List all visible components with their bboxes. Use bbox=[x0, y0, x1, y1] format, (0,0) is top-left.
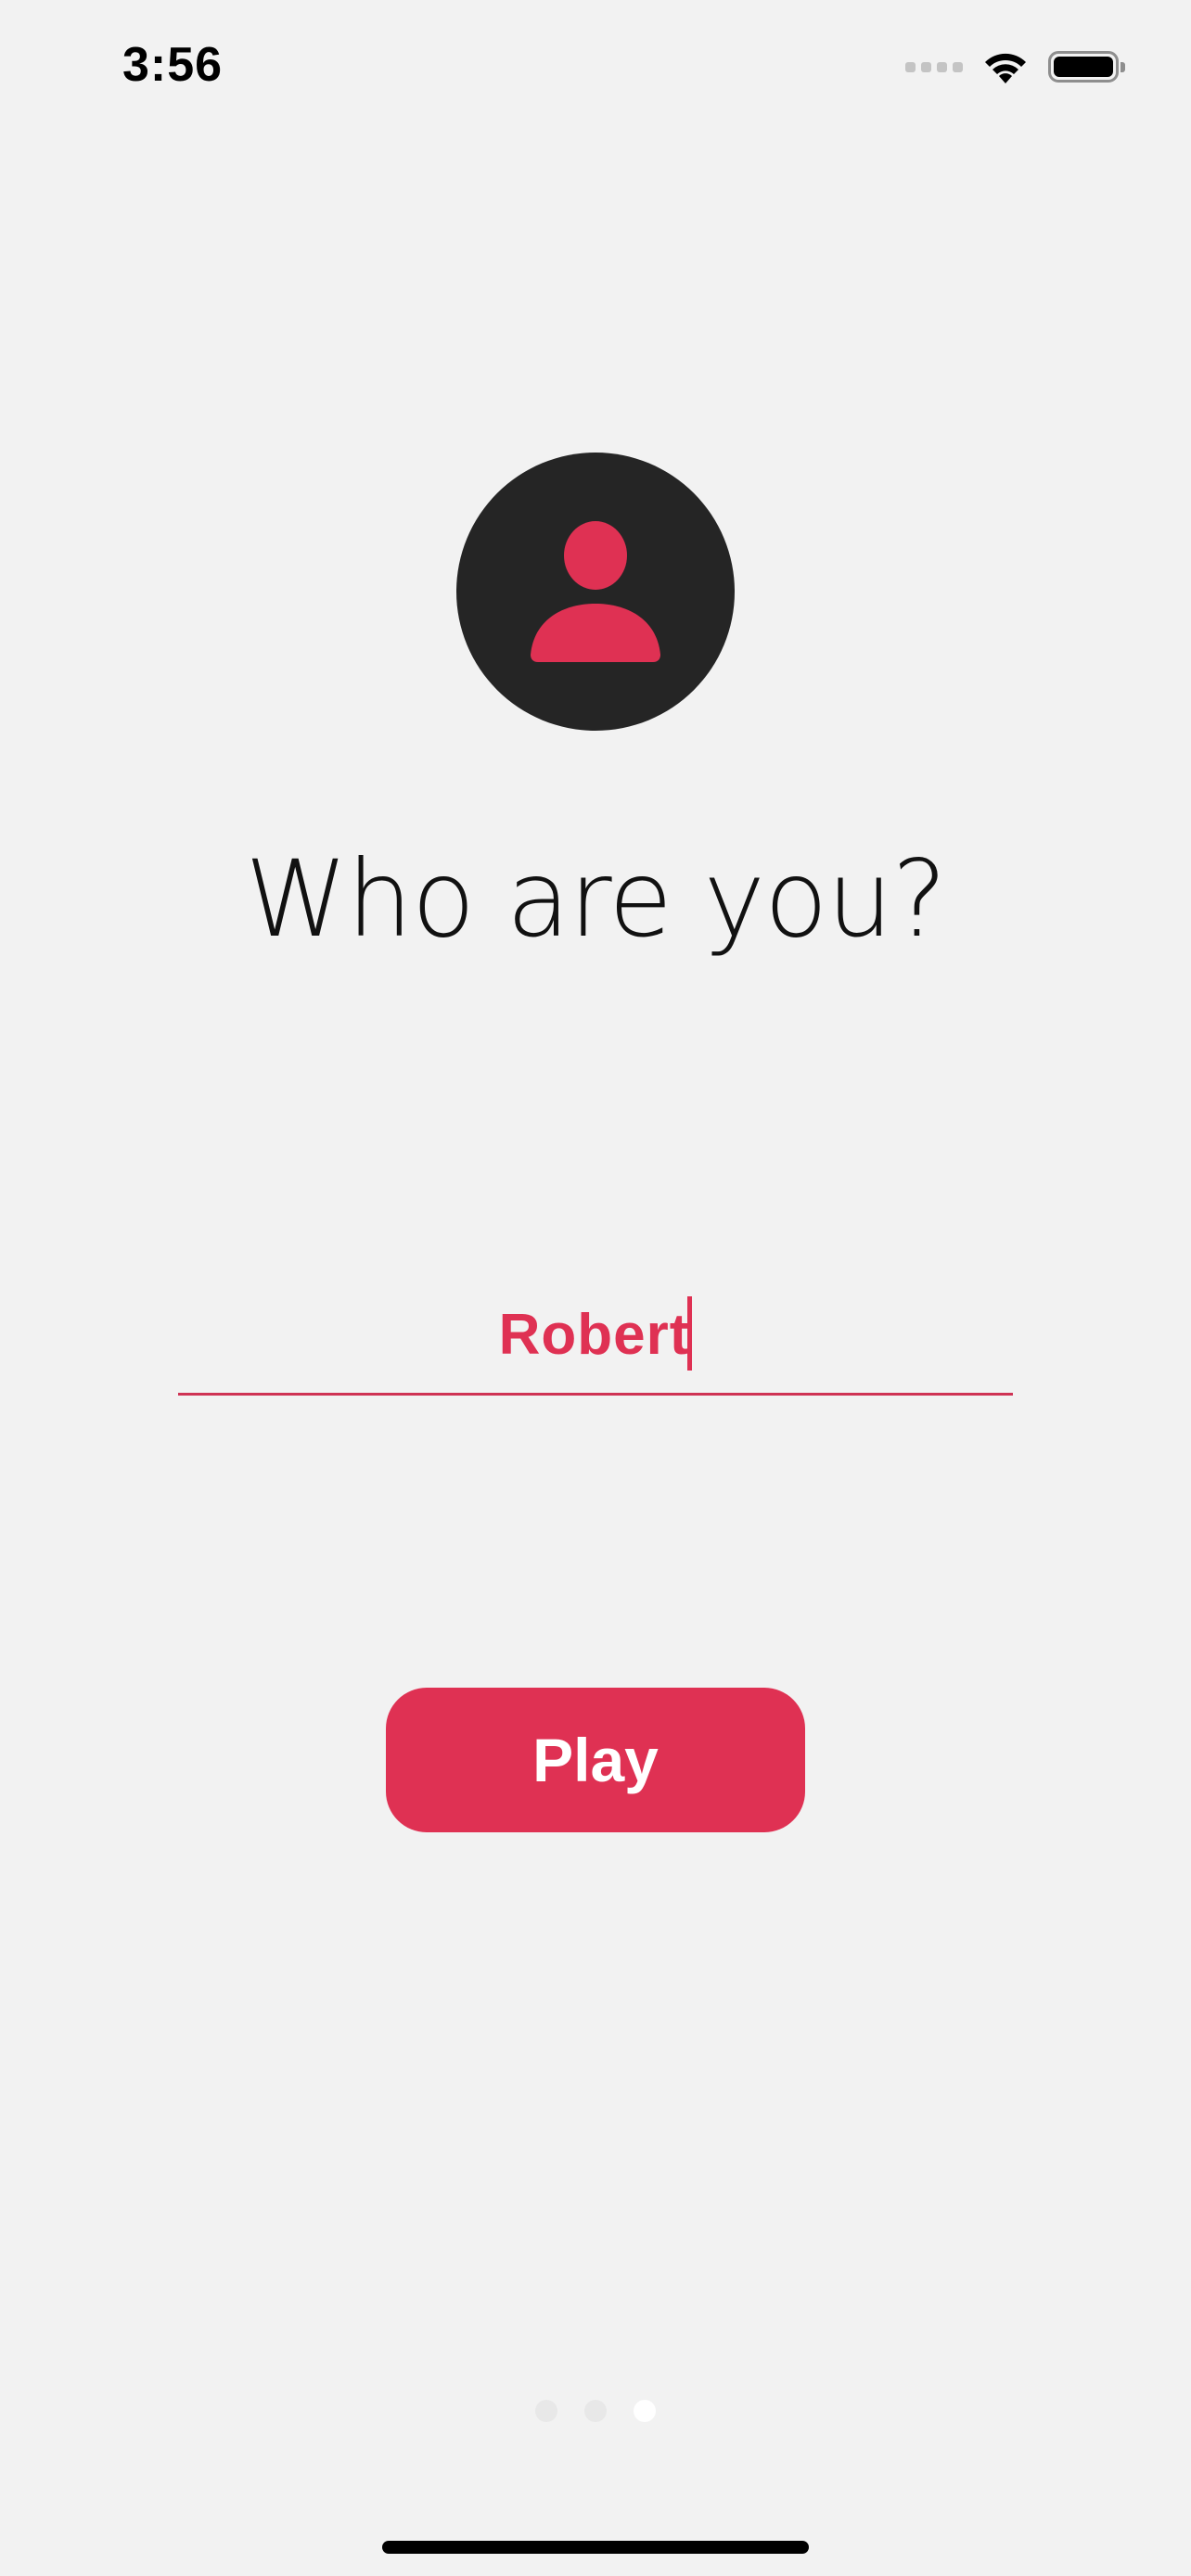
wifi-icon bbox=[985, 53, 1026, 83]
status-bar-time: 3:56 bbox=[122, 38, 224, 92]
page-indicator[interactable] bbox=[0, 2400, 1191, 2422]
page-dot-3-active[interactable] bbox=[634, 2400, 656, 2422]
page-title: Who are you? bbox=[245, 837, 947, 962]
person-icon bbox=[531, 521, 660, 662]
page-dot-1[interactable] bbox=[535, 2400, 557, 2422]
page-dot-2[interactable] bbox=[584, 2400, 607, 2422]
battery-icon bbox=[1048, 51, 1125, 83]
name-input-value: Robert bbox=[498, 1303, 690, 1367]
status-bar-icons bbox=[905, 45, 1125, 89]
home-indicator[interactable] bbox=[382, 2541, 809, 2554]
play-button[interactable]: Play bbox=[386, 1688, 805, 1832]
name-input[interactable]: Robert bbox=[178, 1289, 1013, 1396]
avatar bbox=[456, 453, 735, 731]
cellular-signal-icon bbox=[905, 61, 963, 72]
text-caret bbox=[687, 1296, 693, 1371]
